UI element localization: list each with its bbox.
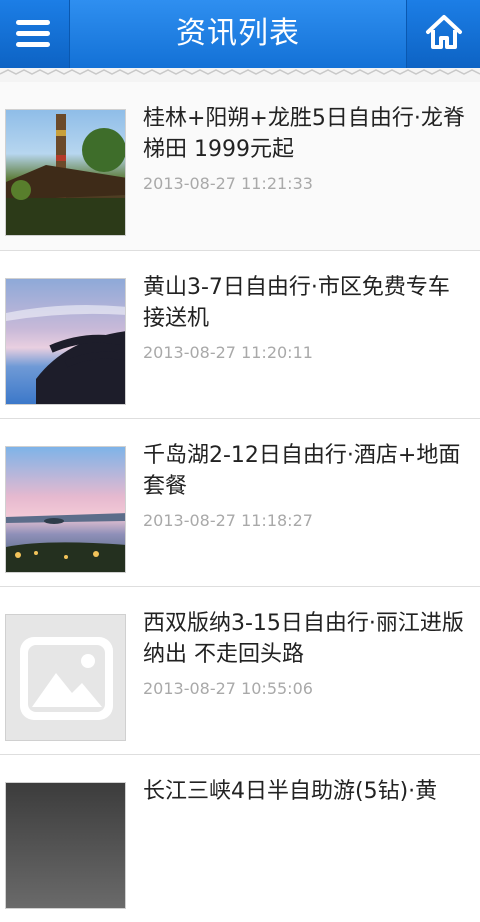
- article-title: 长江三峡4日半自助游(5钻)·黄: [143, 779, 438, 804]
- menu-button[interactable]: [0, 0, 70, 68]
- pine-tree-sunset-photo: [5, 278, 126, 405]
- article-list: 桂林+阳朔+龙胜5日自由行·龙脊梯田 1999元起 2013-08-27 11:…: [0, 82, 480, 922]
- totem-pole-village-photo: [5, 109, 126, 236]
- lake-dusk-photo: [5, 446, 126, 573]
- page-title: 资讯列表: [176, 16, 300, 51]
- list-item[interactable]: 黄山3-7日自由行·市区免费专车接送机 2013-08-27 11:20:11: [0, 250, 480, 418]
- gorge-photo: [5, 782, 126, 909]
- article-title: 桂林+阳朔+龙胜5日自由行·龙脊梯田 1999元起: [143, 106, 465, 162]
- article-time: 2013-08-27 11:21:33: [143, 174, 313, 193]
- app-header: 资讯列表: [0, 0, 480, 68]
- home-icon: [426, 15, 462, 49]
- list-item[interactable]: 桂林+阳朔+龙胜5日自由行·龙脊梯田 1999元起 2013-08-27 11:…: [0, 82, 480, 250]
- article-time: 2013-08-27 11:18:27: [143, 511, 313, 530]
- article-title: 黄山3-7日自由行·市区免费专车接送机: [143, 275, 450, 331]
- article-title: 千岛湖2-12日自由行·酒店+地面套餐: [143, 443, 461, 499]
- article-title: 西双版纳3-15日自由行·丽江进版纳出 不走回头路: [143, 611, 464, 667]
- article-time: 2013-08-27 10:55:06: [143, 679, 313, 698]
- list-item[interactable]: 千岛湖2-12日自由行·酒店+地面套餐 2013-08-27 11:18:27: [0, 418, 480, 586]
- article-time: 2013-08-27 11:20:11: [143, 343, 313, 362]
- image-placeholder-icon: [5, 614, 126, 741]
- list-item[interactable]: 长江三峡4日半自助游(5钻)·黄: [0, 754, 480, 922]
- header-zigzag-divider: [0, 68, 480, 76]
- home-button[interactable]: [406, 0, 480, 68]
- list-item[interactable]: 西双版纳3-15日自由行·丽江进版纳出 不走回头路 2013-08-27 10:…: [0, 586, 480, 754]
